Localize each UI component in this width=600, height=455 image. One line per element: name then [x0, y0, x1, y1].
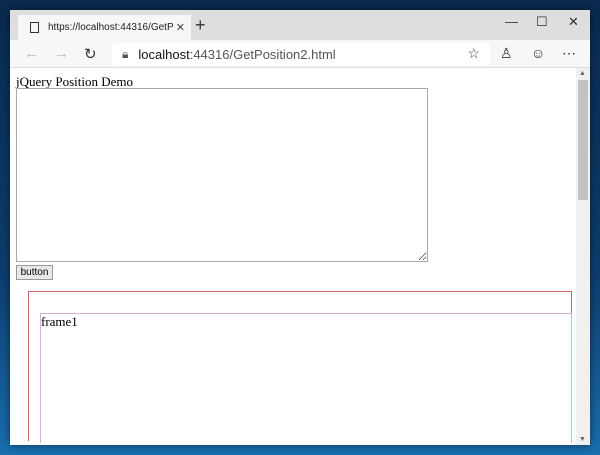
- browser-tab[interactable]: https://localhost:44316/GetPosition2.htm…: [18, 15, 191, 40]
- frame1-label: frame1: [41, 314, 78, 329]
- close-window-button[interactable]: ✕: [568, 14, 579, 30]
- vertical-scrollbar[interactable]: ▲ ▼: [576, 68, 590, 445]
- more-menu-icon[interactable]: ⋯: [562, 45, 576, 62]
- browser-window: https://localhost:44316/GetPosition2.htm…: [10, 10, 590, 445]
- minimize-button[interactable]: —: [505, 14, 518, 29]
- address-bar[interactable]: 🔒︎ localhost:44316/GetPosition2.html ☆: [112, 43, 490, 65]
- new-tab-button[interactable]: +: [195, 15, 206, 36]
- scrollbar-thumb[interactable]: [578, 80, 588, 200]
- text-area[interactable]: [16, 88, 428, 262]
- address-path: :44316/GetPosition2.html: [189, 46, 336, 62]
- scroll-up-icon[interactable]: ▲: [579, 70, 586, 77]
- back-button[interactable]: ←: [24, 45, 39, 62]
- demo-button[interactable]: button: [16, 265, 53, 280]
- page-content: jQuery Position Demo button frame1: [10, 68, 576, 445]
- scroll-down-icon[interactable]: ▼: [579, 436, 586, 443]
- maximize-button[interactable]: ☐: [536, 14, 548, 30]
- feedback-smiley-icon[interactable]: ☺: [531, 45, 545, 61]
- frame1-iframe: frame1: [40, 313, 572, 443]
- lock-icon: 🔒︎: [122, 46, 129, 61]
- refresh-button[interactable]: ↻: [84, 45, 97, 63]
- toolbar: ← → ↻ 🔒︎ localhost:44316/GetPosition2.ht…: [10, 40, 590, 68]
- address-host: localhost: [138, 46, 190, 62]
- tab-title: https://localhost:44316/GetPosition2.htm…: [48, 22, 173, 33]
- profile-icon[interactable]: ♙: [500, 45, 513, 62]
- favorite-star-icon[interactable]: ☆: [467, 45, 480, 62]
- forward-button[interactable]: →: [54, 45, 69, 62]
- close-tab-icon[interactable]: ✕: [176, 21, 185, 34]
- tab-bar: https://localhost:44316/GetPosition2.htm…: [10, 10, 590, 40]
- page-icon: [30, 22, 39, 33]
